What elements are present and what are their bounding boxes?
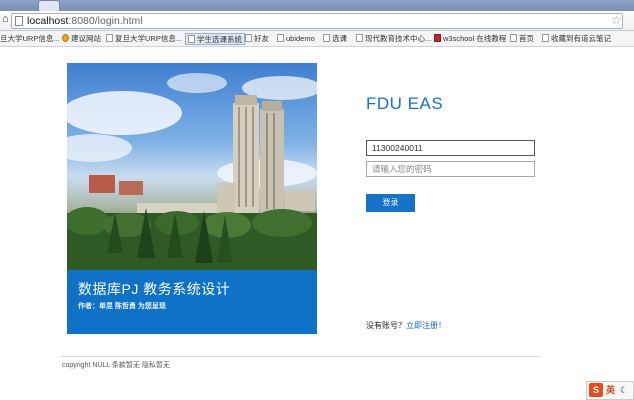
bookmark-label: 旦大学URP信息... xyxy=(0,34,60,43)
hero-authors: 作者：单昱 陈哲勇 为您呈现 xyxy=(78,303,166,310)
bookmark-icon xyxy=(62,34,69,42)
sogou-logo-icon[interactable]: S xyxy=(589,383,603,397)
bookmark-item[interactable]: 建议网站 xyxy=(62,33,101,45)
password-input[interactable] xyxy=(366,161,535,177)
bookmark-icon xyxy=(356,34,363,42)
campus-photo xyxy=(67,63,317,270)
bookmark-label: 首页 xyxy=(519,34,534,43)
hero-title: 数据库PJ 教务系统设计 xyxy=(78,281,231,297)
register-prompt: 没有账号？ xyxy=(366,321,406,330)
bookmark-label: 好友 xyxy=(254,34,269,43)
page-icon xyxy=(15,16,23,26)
bookmark-label: 选课 xyxy=(332,34,347,43)
brand-title: FDU EAS xyxy=(366,94,444,113)
ime-language-toggle[interactable]: 英 xyxy=(606,383,615,397)
bookmark-item[interactable]: 首页 xyxy=(510,33,534,45)
bookmark-icon xyxy=(323,34,330,42)
bookmark-item[interactable]: 选课 xyxy=(323,33,347,45)
bookmark-item[interactable]: 复旦大学URP信息... xyxy=(106,33,182,45)
bookmark-item[interactable]: w3school 在线教程 xyxy=(434,33,506,45)
moon-icon[interactable]: ☾ xyxy=(620,383,628,397)
window-titlebar xyxy=(0,0,634,11)
star-icon[interactable]: ☆ xyxy=(611,13,622,27)
bookmark-label: 建议网站 xyxy=(71,34,101,43)
register-prompt-line: 没有账号？立即注册！ xyxy=(366,320,446,332)
bookmark-icon xyxy=(106,34,113,42)
bookmark-label: ubidemo xyxy=(286,34,315,43)
new-tab-button[interactable] xyxy=(38,0,60,11)
bookmark-label: 收藏到有道云笔记 xyxy=(551,34,611,43)
bookmark-label: w3school 在线教程 xyxy=(443,34,507,43)
bookmark-icon xyxy=(277,34,284,42)
bookmark-icon xyxy=(542,34,549,42)
login-button[interactable]: 登录 xyxy=(366,194,415,212)
bookmark-item[interactable]: 好友 xyxy=(245,33,269,45)
bookmark-icon xyxy=(245,34,252,42)
bookmark-label: 学生选课系统 xyxy=(197,35,242,44)
register-link[interactable]: 立即注册！ xyxy=(406,321,446,330)
footer-copyright: copyright NULL 条款暂无 隐私暂无 xyxy=(62,362,170,369)
footer-divider xyxy=(60,356,541,357)
bookmark-label: 复旦大学URP信息... xyxy=(115,34,183,43)
bookmark-item[interactable]: 学生选课系统 xyxy=(185,33,245,45)
bookmark-label: 现代教育技术中心... xyxy=(365,34,432,43)
campus-illustration xyxy=(67,73,317,270)
home-icon[interactable]: ⌂ xyxy=(2,14,9,25)
url-path: :8080/login.html xyxy=(68,15,143,27)
bookmark-item[interactable]: 收藏到有道云笔记 xyxy=(542,33,611,45)
bookmark-icon xyxy=(188,35,195,43)
url-host: localhost xyxy=(27,15,69,27)
username-input[interactable] xyxy=(366,140,535,156)
bookmark-icon xyxy=(510,34,517,42)
bookmark-item[interactable]: ubidemo xyxy=(277,33,315,45)
bookmark-icon xyxy=(434,34,441,42)
url-text[interactable]: localhost:8080/login.html xyxy=(27,14,143,28)
bookmark-item[interactable]: 现代教育技术中心... xyxy=(356,33,431,45)
bookmark-item[interactable]: 旦大学URP信息... xyxy=(0,33,60,45)
